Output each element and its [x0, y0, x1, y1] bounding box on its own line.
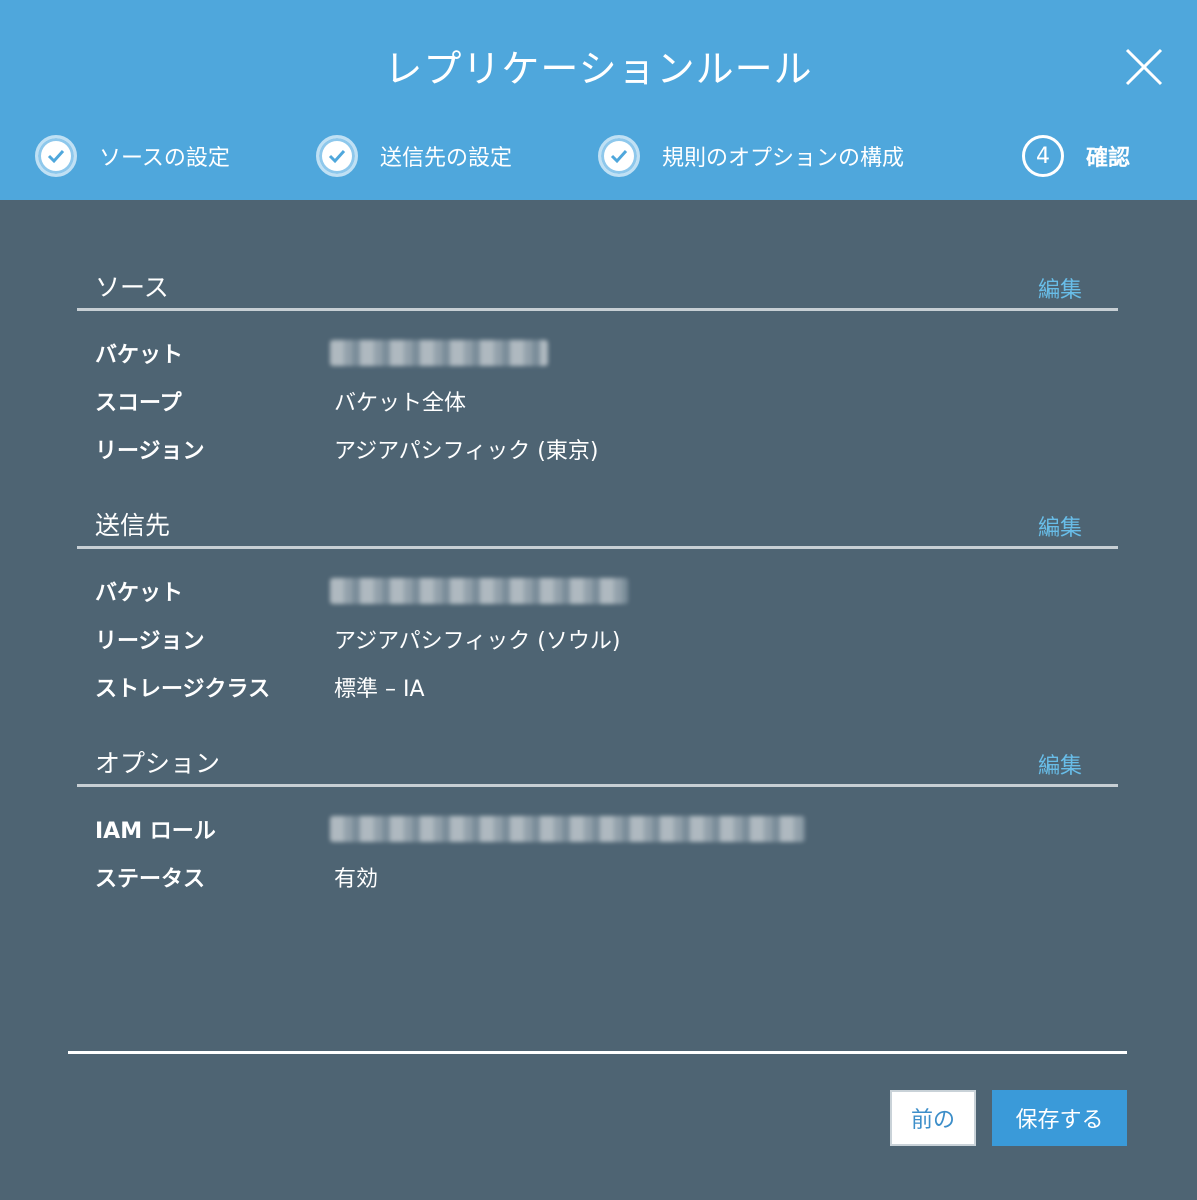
step-label: 規則のオプションの構成	[662, 146, 905, 171]
row-key: バケット	[95, 581, 184, 606]
row-key: バケット	[95, 343, 184, 368]
edit-destination-link[interactable]: 編集	[1038, 510, 1082, 542]
check-icon	[35, 135, 77, 177]
section-destination-header: 送信先 編集	[77, 500, 1118, 549]
close-icon	[1125, 48, 1163, 86]
footer-divider	[68, 1051, 1127, 1054]
check-icon	[316, 135, 358, 177]
step-options[interactable]: 規則のオプションの構成	[598, 130, 904, 182]
edit-source-link[interactable]: 編集	[1038, 272, 1082, 304]
options-status-row: ステータス 有効	[95, 861, 1095, 895]
row-value: 有効	[334, 867, 379, 892]
step-label: ソースの設定	[99, 146, 230, 171]
row-key: リージョン	[95, 439, 205, 464]
row-value: アジアパシフィック (ソウル)	[334, 629, 621, 654]
row-key: IAM ロール	[95, 819, 216, 844]
redacted-value	[330, 340, 548, 366]
row-key: ストレージクラス	[95, 677, 271, 702]
destination-storage-class-row: ストレージクラス 標準 – IA	[95, 671, 1095, 705]
redacted-value	[330, 816, 805, 842]
step-label: 確認	[1086, 146, 1131, 171]
source-region-row: リージョン アジアパシフィック (東京)	[95, 433, 1095, 467]
wizard-steps: ソースの設定 送信先の設定 規則のオプションの構成 4 確認	[0, 130, 1197, 184]
replication-rule-dialog: レプリケーションルール ソースの設定 送信先の設定 規則のオプションの構成 4 …	[0, 0, 1197, 1200]
step-number: 4	[1022, 135, 1064, 177]
section-title: 送信先	[95, 511, 171, 540]
dialog-header: レプリケーションルール ソースの設定 送信先の設定 規則のオプションの構成 4 …	[0, 0, 1197, 200]
save-button[interactable]: 保存する	[992, 1090, 1127, 1146]
destination-region-row: リージョン アジアパシフィック (ソウル)	[95, 623, 1095, 657]
section-title: オプション	[95, 749, 221, 778]
section-source-header: ソース 編集	[77, 262, 1118, 311]
step-source[interactable]: ソースの設定	[35, 130, 230, 182]
row-key: ステータス	[95, 867, 206, 892]
step-label: 送信先の設定	[380, 146, 513, 171]
step-destination[interactable]: 送信先の設定	[316, 130, 512, 182]
row-key: スコープ	[95, 391, 182, 416]
section-title: ソース	[95, 273, 169, 302]
check-icon	[598, 135, 640, 177]
section-options-header: オプション 編集	[77, 738, 1118, 787]
destination-bucket-row: バケット	[95, 575, 1095, 609]
options-iam-role-row: IAM ロール	[95, 813, 1095, 847]
source-scope-row: スコープ バケット全体	[95, 385, 1095, 419]
row-value: 標準 – IA	[334, 677, 425, 702]
redacted-value	[330, 578, 628, 604]
edit-options-link[interactable]: 編集	[1038, 748, 1082, 780]
row-value: バケット全体	[334, 391, 467, 416]
previous-button[interactable]: 前の	[890, 1090, 976, 1146]
row-value: アジアパシフィック (東京)	[334, 439, 599, 464]
dialog-title: レプリケーションルール	[384, 47, 813, 91]
close-button[interactable]	[1124, 47, 1164, 87]
source-bucket-row: バケット	[95, 337, 1095, 371]
step-review: 4 確認	[1022, 130, 1130, 182]
row-key: リージョン	[95, 629, 205, 654]
